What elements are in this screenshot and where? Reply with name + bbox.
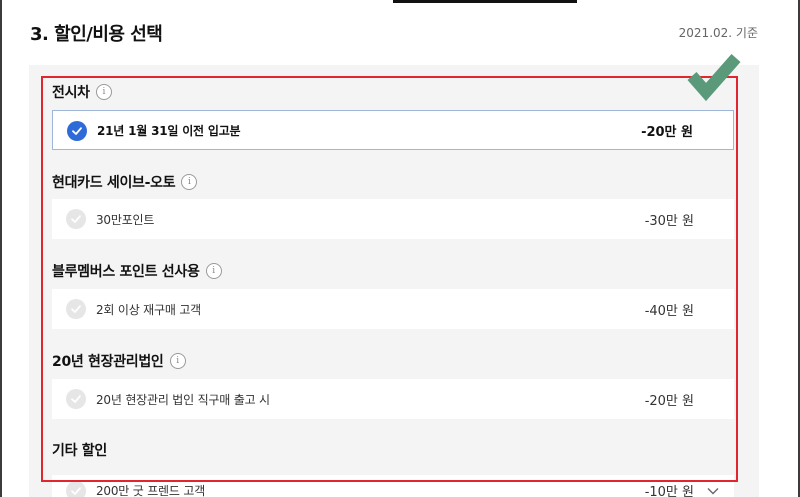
check-icon[interactable] xyxy=(66,299,86,319)
option-label: 21년 1월 31일 이전 입고분 xyxy=(97,123,241,138)
window-frame-left xyxy=(0,0,2,497)
check-icon[interactable] xyxy=(66,389,86,409)
option-amount: -10만 원 xyxy=(644,485,694,497)
section-title: 3. 할인/비용 선택 xyxy=(30,24,163,45)
option-bluemembers[interactable]: 2회 이상 재구매 고객 -40만 원 xyxy=(52,289,734,329)
option-good-friend[interactable]: 200만 굿 프렌드 고객 -10만 원 xyxy=(52,475,734,497)
option-label: 20년 현장관리 법인 직구매 출고 시 xyxy=(96,392,270,407)
option-amount: -20만 원 xyxy=(641,124,693,140)
option-exhibition-car[interactable]: 21년 1월 31일 이전 입고분 -20만 원 xyxy=(52,110,734,150)
group-title-hyundai-card: 현대카드 세이브-오토 i xyxy=(52,172,198,192)
option-hyundai-card[interactable]: 30만포인트 -30만 원 xyxy=(52,199,734,239)
group-title-corporate: 20년 현장관리법인 i xyxy=(52,351,186,371)
basis-date: 2021.02. 기준 xyxy=(678,26,758,40)
group-title-text: 블루멤버스 포인트 선사용 xyxy=(52,264,200,280)
group-title-other: 기타 할인 xyxy=(52,440,107,460)
info-icon[interactable]: i xyxy=(169,353,186,369)
green-checkmark-icon xyxy=(687,54,741,102)
group-title-exhibition-car: 전시차 i xyxy=(52,82,112,102)
option-label: 2회 이상 재구매 고객 xyxy=(96,302,201,317)
info-icon[interactable]: i xyxy=(205,263,222,279)
active-tab-indicator xyxy=(393,0,577,3)
group-title-text: 전시차 xyxy=(52,85,90,101)
chevron-down-icon[interactable] xyxy=(706,483,720,497)
group-title-text: 기타 할인 xyxy=(52,443,107,459)
option-label: 200만 굿 프렌드 고객 xyxy=(96,484,206,497)
option-amount: -40만 원 xyxy=(644,303,694,319)
option-corporate[interactable]: 20년 현장관리 법인 직구매 출고 시 -20만 원 xyxy=(52,379,734,419)
option-label: 30만포인트 xyxy=(96,212,155,227)
group-title-text: 20년 현장관리법인 xyxy=(52,354,164,370)
option-amount: -30만 원 xyxy=(644,213,694,229)
check-icon[interactable] xyxy=(67,121,87,141)
group-title-bluemembers: 블루멤버스 포인트 선사용 i xyxy=(52,261,222,281)
info-icon[interactable]: i xyxy=(95,84,112,100)
option-amount: -20만 원 xyxy=(644,393,694,409)
group-title-text: 현대카드 세이브-오토 xyxy=(52,175,176,191)
check-icon[interactable] xyxy=(66,209,86,229)
check-icon[interactable] xyxy=(66,481,86,497)
info-icon[interactable]: i xyxy=(181,174,198,190)
